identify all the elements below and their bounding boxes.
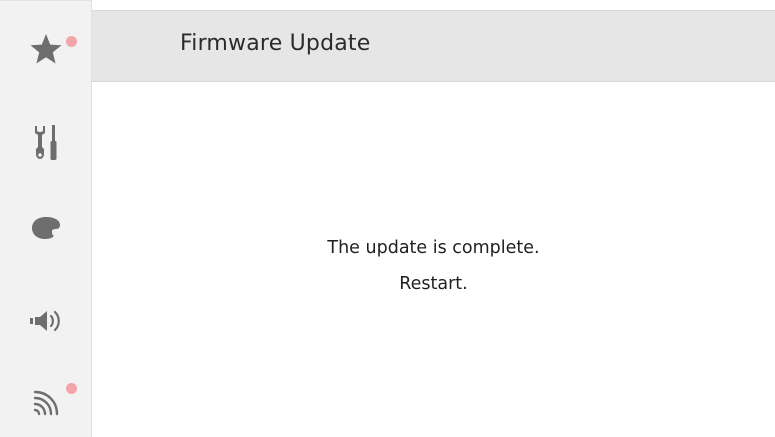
- wireless-icon: [33, 390, 58, 416]
- speaker-icon: [29, 310, 60, 332]
- top-strip: [92, 0, 775, 10]
- sidebar-item-favorites[interactable]: [0, 19, 91, 79]
- status-message: The update is complete. Restart.: [92, 230, 775, 302]
- palette-icon: [31, 217, 60, 239]
- message-line-restart: Restart.: [399, 274, 468, 294]
- notification-badge: [66, 36, 77, 47]
- firmware-update-screen: Firmware Update The update is complete. …: [0, 0, 775, 437]
- header-bar: Firmware Update: [92, 10, 775, 82]
- sidebar-item-network[interactable]: [0, 373, 91, 433]
- page-title: Firmware Update: [180, 31, 371, 56]
- sidebar-item-sound[interactable]: [0, 291, 91, 351]
- sidebar-item-tools[interactable]: [0, 113, 91, 173]
- star-icon: [30, 34, 61, 64]
- sidebar: [0, 0, 92, 437]
- wrench-screwdriver-icon: [34, 125, 56, 160]
- sidebar-item-appearance[interactable]: [0, 198, 91, 258]
- message-line-complete: The update is complete.: [327, 238, 540, 258]
- notification-badge: [66, 383, 77, 394]
